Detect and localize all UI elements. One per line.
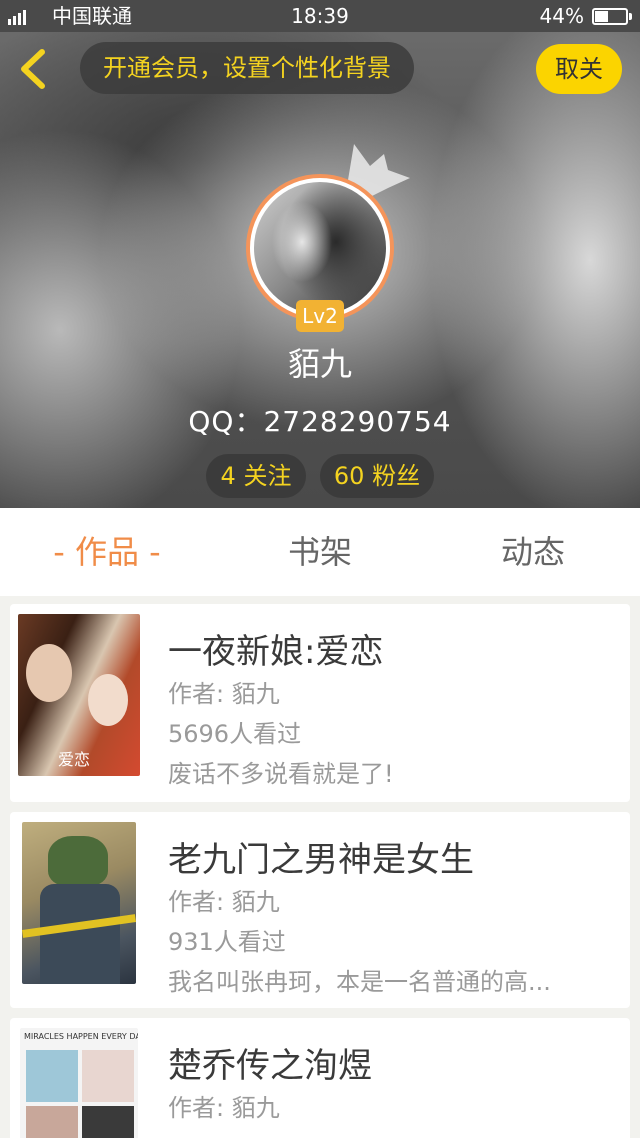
following-count-button[interactable]: 4 关注 — [206, 454, 306, 498]
book-title: 楚乔传之洵煜 — [168, 1046, 372, 1086]
profile-tabs: - 作品 - 书架 动态 — [0, 508, 640, 596]
profile-page: 中国联通 18:39 44% 开通会员，设置个性化背景 取关 Lv2 貊九 QQ… — [0, 0, 640, 1138]
book-cover — [22, 822, 136, 984]
profile-header: 中国联通 18:39 44% 开通会员，设置个性化背景 取关 Lv2 貊九 QQ… — [0, 0, 640, 508]
book-cover: MIRACLES HAPPEN EVERY DAY — [20, 1028, 138, 1138]
username: 貊九 — [287, 345, 352, 383]
book-author: 作者: 貊九 — [168, 680, 280, 708]
avatar-image — [254, 182, 386, 314]
chevron-left-icon — [21, 49, 45, 89]
battery-icon — [592, 8, 632, 25]
work-card[interactable]: 爱恋 一夜新娘:爱恋 作者: 貊九 5696人看过 废话不多说看就是了! — [10, 604, 630, 802]
level-badge: Lv2 — [296, 300, 344, 332]
cover-text: 爱恋 — [58, 750, 91, 769]
qq-label: QQ： — [188, 405, 264, 438]
book-author: 作者: 貊九 — [168, 888, 280, 916]
book-cover: 爱恋 — [18, 614, 140, 776]
book-author: 作者: 貊九 — [168, 1094, 280, 1122]
tab-works[interactable]: - 作品 - — [0, 508, 214, 596]
book-description: 废话不多说看就是了! — [168, 760, 394, 788]
qq-number: 2728290754 — [263, 405, 452, 438]
unfollow-button[interactable]: 取关 — [536, 44, 622, 94]
book-views: 931人看过 — [168, 928, 286, 956]
tab-activity[interactable]: 动态 — [426, 508, 640, 596]
work-card[interactable]: MIRACLES HAPPEN EVERY DAY 楚乔传之洵煜 作者: 貊九 — [10, 1018, 630, 1138]
back-button[interactable] — [14, 46, 54, 92]
book-title: 一夜新娘:爱恋 — [168, 632, 384, 672]
status-bar: 中国联通 18:39 44% — [0, 0, 640, 32]
qq-line: QQ：2728290754 — [0, 402, 640, 442]
vip-banner-button[interactable]: 开通会员，设置个性化背景 — [80, 42, 414, 94]
book-description: 我名叫张冉珂，本是一名普通的高... — [168, 968, 551, 996]
battery-percent: 44% — [539, 4, 584, 28]
cover-text: MIRACLES HAPPEN EVERY DAY — [24, 1032, 138, 1041]
tab-bookshelf[interactable]: 书架 — [214, 508, 426, 596]
fans-count-button[interactable]: 60 粉丝 — [320, 454, 434, 498]
book-views: 5696人看过 — [168, 720, 302, 748]
book-title: 老九门之男神是女生 — [168, 840, 474, 880]
work-card[interactable]: 老九门之男神是女生 作者: 貊九 931人看过 我名叫张冉珂，本是一名普通的高.… — [10, 812, 630, 1008]
